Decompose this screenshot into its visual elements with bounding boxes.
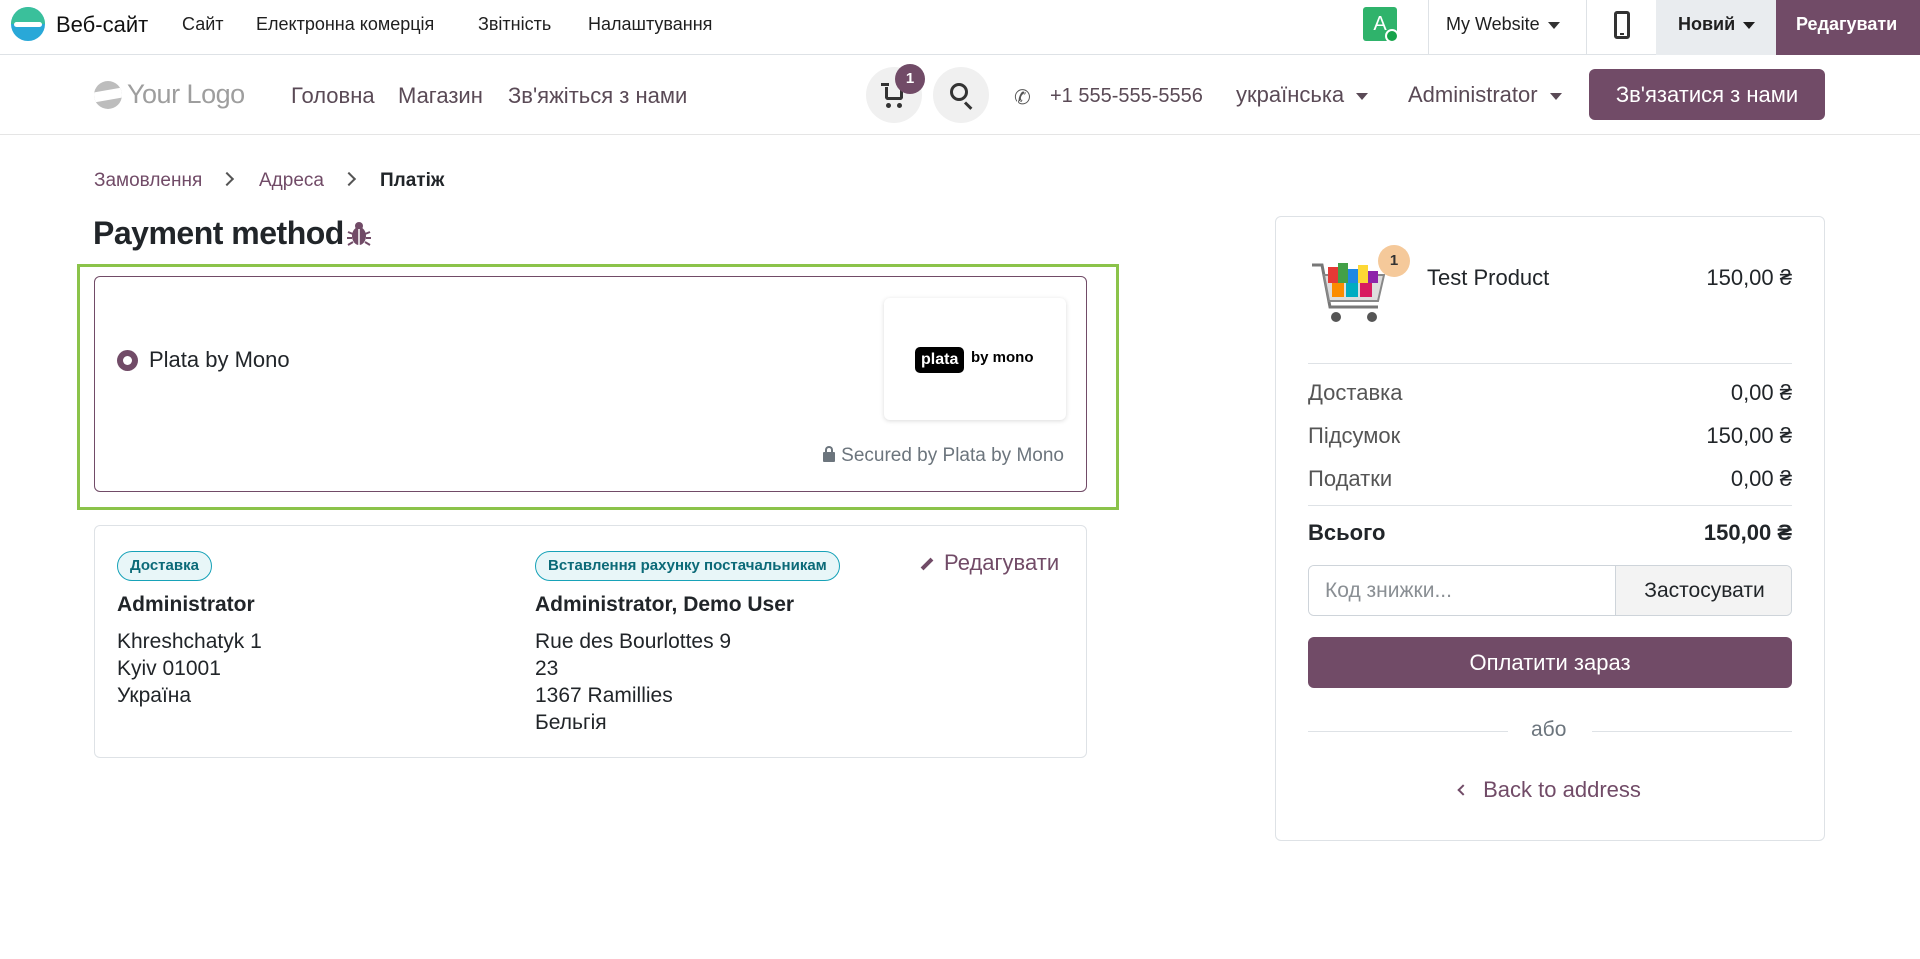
online-status-dot: [1385, 29, 1399, 43]
chevron-right-icon: [341, 171, 357, 187]
contact-us-button[interactable]: Зв'язатися з нами: [1589, 69, 1825, 120]
total-label: Всього: [1308, 520, 1386, 545]
user-name: Administrator: [1408, 82, 1538, 107]
payment-radio-selected[interactable]: [117, 350, 138, 371]
divider: [1308, 505, 1792, 506]
chevron-right-icon: [219, 171, 235, 187]
breadcrumb-payment: Платіж: [380, 170, 445, 191]
summary-label-taxes: Податки: [1308, 466, 1393, 491]
divider: [1428, 0, 1429, 55]
user-menu[interactable]: Administrator: [1408, 82, 1562, 108]
nav-shop[interactable]: Магазин: [398, 83, 483, 109]
search-icon: [950, 83, 968, 101]
language-label: українська: [1236, 82, 1345, 107]
odoo-website-logo-icon[interactable]: [10, 6, 46, 42]
admin-bar: Веб-сайт Сайт Електронна комерція Звітні…: [0, 0, 1920, 55]
product-quantity-badge: 1: [1378, 245, 1410, 277]
delivery-line: Khreshchatyk 1: [117, 630, 262, 653]
logo-icon[interactable]: [94, 81, 122, 109]
billing-line: Rue des Bourlottes 9: [535, 630, 732, 653]
address-card: Доставка Вставлення рахунку постачальник…: [94, 525, 1087, 758]
chevron-down-icon: [1547, 21, 1560, 29]
provider-logo: plata by mono: [884, 298, 1066, 420]
cart-wheel: [897, 103, 902, 108]
delivery-line: Kyiv 01001: [117, 657, 221, 680]
site-logo[interactable]: Your Logo: [127, 79, 245, 110]
billing-line: 1367 Ramillies: [535, 684, 673, 707]
edit-address-label: Редагувати: [944, 550, 1060, 575]
language-selector[interactable]: українська: [1236, 82, 1369, 108]
billing-line: Бельгія: [535, 711, 607, 734]
edit-button[interactable]: Редагувати: [1776, 0, 1920, 55]
divider: [1308, 731, 1508, 732]
pencil-icon: [920, 557, 934, 571]
divider: [1586, 0, 1587, 55]
breadcrumb-address[interactable]: Адреса: [259, 170, 324, 192]
summary-label-subtotal: Підсумок: [1308, 423, 1401, 448]
billing-line: 23: [535, 657, 559, 680]
summary-value-delivery: 0,00 ₴: [1730, 380, 1792, 405]
mobile-preview-icon[interactable]: [1614, 11, 1630, 39]
menu-ecommerce[interactable]: Електронна комерція: [256, 14, 434, 35]
phone-number[interactable]: +1 555-555-5556: [1050, 85, 1203, 108]
payment-option-card[interactable]: Plata by Mono plata by mono Secured by P…: [94, 276, 1087, 492]
total-value: 150,00 ₴: [1703, 520, 1792, 545]
website-selector-label: My Website: [1446, 14, 1540, 34]
breadcrumb-order[interactable]: Замовлення: [94, 170, 202, 192]
page-title: Payment method: [93, 215, 344, 251]
promo-code-group: Застосувати: [1308, 565, 1792, 616]
divider: [1308, 363, 1792, 364]
search-icon-handle: [963, 101, 973, 110]
chevron-down-icon: [1743, 21, 1756, 29]
menu-settings[interactable]: Налаштування: [588, 14, 712, 35]
order-summary: 1 Test Product 150,00 ₴ Доставка 0,00 ₴ …: [1275, 216, 1825, 841]
billing-badge: Вставлення рахунку постачальникам: [535, 551, 840, 581]
product-price: 150,00 ₴: [1706, 265, 1792, 290]
summary-value-subtotal: 150,00 ₴: [1706, 423, 1792, 448]
nav-contact[interactable]: Зв'яжіться з нами: [508, 83, 687, 109]
site-header: Your Logo Головна Магазин Зв'яжіться з н…: [0, 55, 1920, 135]
back-to-address-link[interactable]: Back to address: [1276, 777, 1824, 803]
pay-now-button[interactable]: Оплатити зараз: [1308, 637, 1792, 688]
or-separator: або: [1531, 718, 1567, 741]
product-image[interactable]: [1308, 257, 1390, 335]
cart-wheel: [886, 103, 891, 108]
bug-icon[interactable]: [345, 220, 373, 248]
provider-logo-suffix: by mono: [971, 349, 1034, 366]
secured-text: Secured by Plata by Mono: [841, 445, 1064, 466]
menu-reporting[interactable]: Звітність: [478, 14, 551, 35]
lock-icon: [823, 446, 836, 462]
website-selector[interactable]: My Website: [1446, 14, 1560, 35]
search-button[interactable]: [933, 67, 989, 123]
cart-count-badge: 1: [895, 64, 925, 94]
app-name[interactable]: Веб-сайт: [56, 12, 148, 38]
new-button[interactable]: Новий: [1656, 0, 1776, 55]
product-name[interactable]: Test Product: [1427, 265, 1549, 291]
delivery-badge: Доставка: [117, 551, 212, 581]
chevron-left-icon: [1457, 784, 1469, 796]
back-to-address-label: Back to address: [1483, 777, 1641, 802]
summary-value-taxes: 0,00 ₴: [1730, 466, 1792, 491]
chevron-down-icon: [1549, 92, 1562, 100]
divider: [1592, 731, 1792, 732]
apply-promo-button[interactable]: Застосувати: [1615, 566, 1791, 615]
billing-name: Administrator, Demo User: [535, 593, 795, 616]
delivery-name: Administrator: [117, 593, 255, 616]
secured-note: Secured by Plata by Mono: [823, 445, 1064, 467]
summary-label-delivery: Доставка: [1308, 380, 1403, 405]
provider-logo-pill: plata: [915, 347, 965, 373]
new-button-label: Новий: [1678, 14, 1736, 34]
nav-home[interactable]: Головна: [291, 83, 375, 109]
menu-site[interactable]: Сайт: [182, 14, 224, 35]
promo-code-input[interactable]: [1309, 566, 1615, 615]
payment-provider-name[interactable]: Plata by Mono: [149, 347, 290, 373]
edit-address-link[interactable]: Редагувати: [920, 550, 1059, 576]
phone-icon: ✆: [1014, 87, 1031, 109]
delivery-line: Україна: [117, 684, 192, 707]
chevron-down-icon: [1356, 92, 1369, 100]
